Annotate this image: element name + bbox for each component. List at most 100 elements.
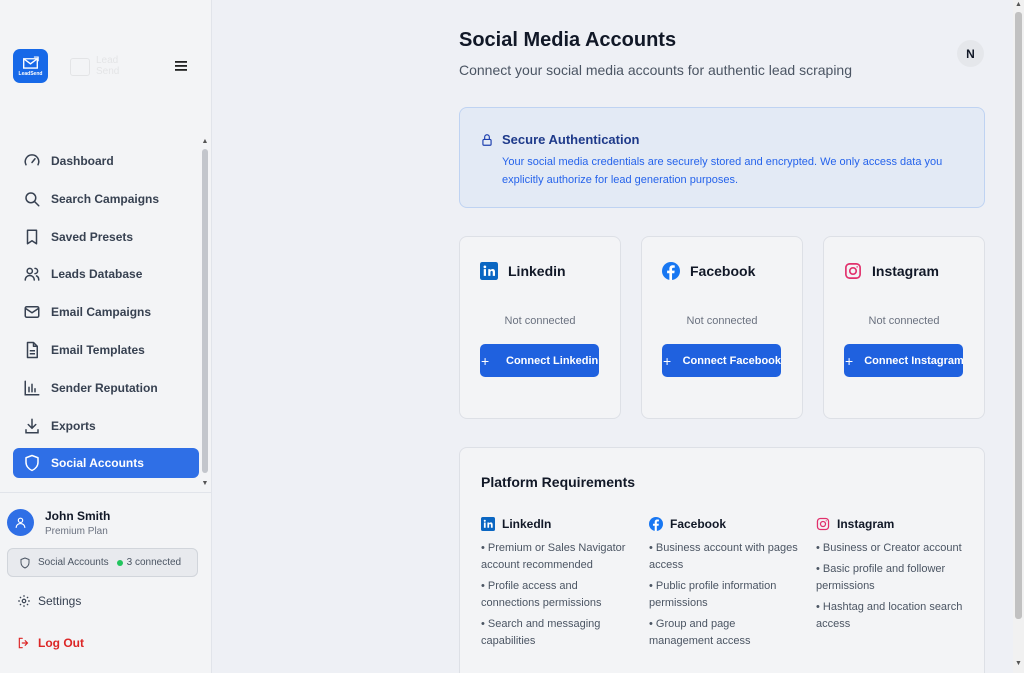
requirements-list: • Business or Creator account • Basic pr… bbox=[816, 540, 966, 633]
card-header: Facebook bbox=[662, 262, 755, 280]
logout-label: Log Out bbox=[38, 636, 84, 650]
mail-icon bbox=[24, 306, 40, 319]
page-subtitle: Connect your social media accounts for a… bbox=[459, 62, 852, 78]
sidebar-item-email-templates[interactable]: Email Templates bbox=[13, 335, 199, 365]
settings-label: Settings bbox=[38, 594, 82, 608]
user-name: John Smith bbox=[45, 509, 111, 523]
card-platform-name: Instagram bbox=[872, 263, 939, 279]
list-item: • Public profile information permissions bbox=[649, 580, 777, 609]
sidebar-item-label: Sender Reputation bbox=[51, 380, 158, 395]
requirements-platform-name: Facebook bbox=[670, 517, 727, 531]
sidebar-item-email-campaigns[interactable]: Email Campaigns bbox=[13, 297, 199, 327]
card-header: Linkedin bbox=[480, 262, 566, 280]
facebook-card: Facebook Not connected + Connect Faceboo… bbox=[641, 236, 803, 419]
sidebar-item-label: Leads Database bbox=[51, 267, 143, 282]
sidebar-item-social-accounts[interactable]: Social Accounts bbox=[13, 448, 199, 479]
scroll-up-arrow-icon[interactable]: ▲ bbox=[1013, 1, 1024, 8]
connect-instagram-button[interactable]: + Connect Instagram bbox=[844, 344, 963, 377]
requirements-linkedin: LinkedIn • Premium or Sales Navigator ac… bbox=[481, 516, 631, 654]
app-logo[interactable]: LeadSend bbox=[13, 49, 48, 83]
envelope-logo-icon bbox=[23, 55, 39, 69]
sidebar-item-label: Exports bbox=[51, 418, 96, 433]
scroll-up-arrow-icon[interactable]: ▲ bbox=[200, 137, 210, 147]
sidebar: LeadSend Lead Send Dashboard Search Camp… bbox=[0, 0, 212, 673]
plus-icon: + bbox=[481, 352, 490, 369]
requirements-list: • Business account with pages access • P… bbox=[649, 540, 799, 650]
plus-icon: + bbox=[663, 352, 672, 369]
sidebar-item-exports[interactable]: Exports bbox=[13, 411, 199, 441]
settings-link[interactable]: Settings bbox=[17, 594, 81, 608]
bar-chart-icon bbox=[24, 380, 40, 396]
users-icon bbox=[24, 268, 40, 282]
connect-facebook-button[interactable]: + Connect Facebook bbox=[662, 344, 781, 377]
connect-linkedin-button[interactable]: + Connect Linkedin bbox=[480, 344, 599, 377]
brand-wordmark-faded: Lead Send bbox=[70, 55, 140, 79]
list-item: • Search and messaging capabilities bbox=[481, 618, 601, 647]
card-platform-name: Linkedin bbox=[508, 263, 566, 279]
list-item: • Group and page management access bbox=[649, 618, 751, 647]
page-scrollbar[interactable]: ▲ ▼ bbox=[1013, 0, 1024, 673]
connection-status: Not connected bbox=[686, 315, 758, 327]
sidebar-item-label: Email Campaigns bbox=[51, 305, 152, 320]
logout-button[interactable]: Log Out bbox=[17, 636, 84, 650]
scroll-down-arrow-icon[interactable]: ▼ bbox=[1013, 660, 1024, 667]
user-icon bbox=[15, 517, 26, 528]
shield-icon bbox=[25, 455, 39, 472]
plus-icon: + bbox=[845, 352, 854, 369]
sidebar-item-label: Email Templates bbox=[51, 342, 145, 357]
menu-toggle-button[interactable] bbox=[172, 57, 190, 75]
linkedin-card: Linkedin Not connected + Connect Linkedi… bbox=[459, 236, 621, 419]
avatar[interactable] bbox=[7, 509, 34, 536]
sidebar-item-leads-database[interactable]: Leads Database bbox=[13, 259, 199, 289]
page-title: Social Media Accounts bbox=[459, 29, 677, 51]
connected-count: 3 connected bbox=[126, 557, 182, 568]
social-accounts-label: Social Accounts bbox=[38, 557, 109, 568]
requirements-header: Instagram bbox=[816, 516, 966, 532]
instagram-icon bbox=[845, 263, 861, 279]
requirements-title: Platform Requirements bbox=[481, 474, 636, 490]
scrollbar-thumb[interactable] bbox=[202, 149, 208, 473]
sidebar-item-label: Dashboard bbox=[51, 154, 114, 168]
scrollbar-thumb[interactable] bbox=[1015, 12, 1022, 619]
sidebar-item-search-campaigns[interactable]: Search Campaigns bbox=[13, 184, 199, 214]
requirements-header: Facebook bbox=[649, 516, 799, 532]
gear-icon bbox=[18, 595, 30, 607]
sidebar-item-dashboard[interactable]: Dashboard bbox=[13, 146, 199, 176]
requirements-platform-name: Instagram bbox=[837, 517, 895, 531]
wordmark-line-1: Lead bbox=[96, 55, 119, 66]
list-item: • Profile access and connections permiss… bbox=[481, 580, 602, 609]
hamburger-icon bbox=[175, 61, 187, 71]
instagram-card: Instagram Not connected + Connect Instag… bbox=[823, 236, 985, 419]
button-label: Connect Linkedin bbox=[506, 354, 599, 367]
requirements-header: LinkedIn bbox=[481, 516, 631, 532]
sidebar-item-sender-reputation[interactable]: Sender Reputation bbox=[13, 373, 199, 403]
sidebar-scrollbar[interactable]: ▲ ▼ bbox=[200, 137, 210, 491]
logo-text: LeadSend bbox=[18, 70, 43, 77]
instagram-icon bbox=[816, 517, 830, 531]
notice-title: Secure Authentication bbox=[502, 132, 640, 147]
sidebar-nav: Dashboard Search Campaigns Saved Presets… bbox=[13, 146, 199, 486]
notice-body: Your social media credentials are secure… bbox=[502, 156, 943, 186]
download-icon bbox=[25, 418, 39, 434]
button-label: Connect Instagram bbox=[864, 354, 963, 367]
list-item: • Premium or Sales Navigator account rec… bbox=[481, 542, 626, 571]
button-label: Connect Facebook bbox=[682, 354, 781, 367]
search-icon bbox=[25, 192, 40, 207]
user-plan: Premium Plan bbox=[45, 526, 108, 537]
card-header: Instagram bbox=[844, 262, 939, 280]
linkedin-icon bbox=[481, 517, 495, 531]
gauge-icon bbox=[24, 154, 40, 166]
list-item: • Business account with pages access bbox=[649, 542, 798, 571]
list-item: • Basic profile and follower permissions bbox=[816, 563, 946, 592]
social-accounts-status[interactable]: Social Accounts 3 connected bbox=[7, 548, 198, 577]
wordmark-box bbox=[70, 58, 90, 76]
requirements-instagram: Instagram • Business or Creator account … bbox=[816, 516, 966, 637]
facebook-icon bbox=[662, 262, 680, 280]
facebook-icon bbox=[649, 517, 663, 531]
sidebar-item-saved-presets[interactable]: Saved Presets bbox=[13, 222, 199, 252]
list-item: • Business or Creator account bbox=[816, 542, 962, 554]
account-avatar[interactable]: N bbox=[957, 40, 984, 67]
scroll-down-arrow-icon[interactable]: ▼ bbox=[200, 479, 210, 489]
card-platform-name: Facebook bbox=[690, 263, 756, 279]
linkedin-icon bbox=[480, 262, 498, 280]
